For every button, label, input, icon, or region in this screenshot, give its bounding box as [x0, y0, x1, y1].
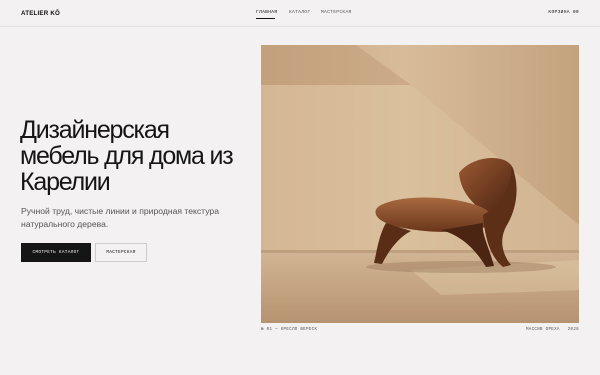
image-caption-meta: МАССИВ ОРЕХА 2026	[518, 328, 579, 332]
main-nav: ГЛАВНАЯ КАТАЛОГ МАСТЕРСКАЯ	[0, 10, 600, 22]
workshop-button[interactable]: МАСТЕРСКАЯ	[95, 243, 147, 262]
cart-link[interactable]: КОРЗИНА 00	[548, 10, 579, 15]
image-caption: № 01 — КРЕСЛО ВЕРЕСК	[261, 328, 318, 332]
nav-link-home[interactable]: ГЛАВНАЯ	[256, 10, 277, 15]
material-label: МАССИВ ОРЕХА	[525, 328, 560, 332]
hero-title: Дизайнерская мебель для дома из Карелии	[20, 116, 234, 196]
nav-link-catalog[interactable]: КАТАЛОГ	[289, 10, 310, 15]
hero-subtitle: Ручной труд, чистые линии и природная те…	[21, 206, 219, 229]
chair-photo-illustration	[261, 45, 579, 323]
view-catalog-button[interactable]: СМОТРЕТЬ КАТАЛОГ	[21, 243, 91, 262]
active-nav-indicator	[256, 18, 275, 19]
hero-product-image	[261, 45, 579, 323]
site-header: ATELIER KŌ ГЛАВНАЯ КАТАЛОГ МАСТЕРСКАЯ КО…	[0, 0, 600, 27]
nav-link-workshop[interactable]: МАСТЕРСКАЯ	[321, 10, 352, 15]
year-label: 2026	[567, 328, 579, 332]
